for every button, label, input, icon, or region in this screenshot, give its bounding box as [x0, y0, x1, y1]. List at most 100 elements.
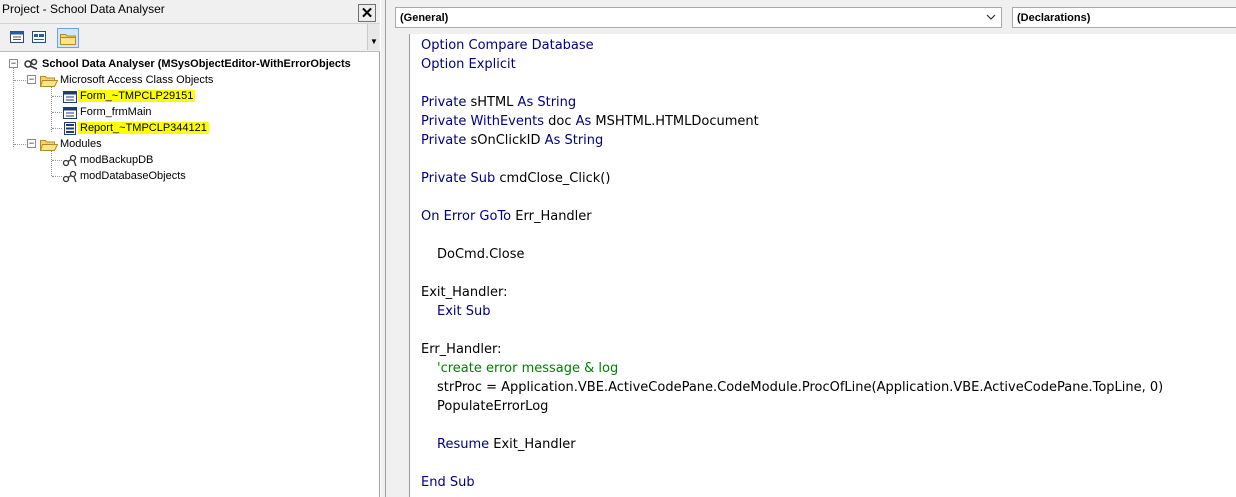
- view-code-icon: [32, 31, 46, 43]
- project-explorer-title: Project - School Data Analyser: [2, 2, 165, 16]
- collapse-root-toggle[interactable]: −: [9, 59, 18, 68]
- procedure-dropdown-value: (Declarations): [1017, 11, 1091, 24]
- code-window-header: (General) (Declarations): [386, 0, 1236, 34]
- code-text: Err_Handler: [511, 209, 592, 224]
- view-object-button[interactable]: [8, 29, 26, 45]
- code-line[interactable]: 'create error message & log: [421, 359, 618, 378]
- code-line[interactable]: Err_Handler:: [421, 340, 502, 359]
- code-line[interactable]: Private sHTML As String: [421, 93, 576, 112]
- code-line[interactable]: Option Compare Database: [421, 36, 594, 55]
- tree-folder-class-objects[interactable]: Microsoft Access Class Objects: [40, 72, 215, 88]
- view-code-button[interactable]: [30, 29, 48, 45]
- tree-connector: [52, 96, 62, 97]
- tree-item-label: Form_~TMPCLP29151: [78, 90, 196, 102]
- tree-item-modbackupdb[interactable]: modBackupDB: [62, 152, 155, 168]
- project-explorer-titlebar: Project - School Data Analyser ✕: [0, 0, 380, 24]
- tree-connector: [52, 112, 62, 113]
- tree-folder-label: Microsoft Access Class Objects: [60, 74, 214, 86]
- code-editor[interactable]: Option Compare Database Option Explicit Pr…: [411, 34, 1236, 497]
- code-line[interactable]: End Sub: [421, 473, 475, 492]
- code-keyword: Exit Sub: [437, 304, 491, 319]
- code-line[interactable]: On Error GoTo Err_Handler: [421, 207, 592, 226]
- code-text: Exit_Handler: [489, 437, 576, 452]
- code-line[interactable]: Private sOnClickID As String: [421, 131, 603, 150]
- code-text: doc: [544, 114, 576, 129]
- code-keyword: Private WithEvents: [421, 114, 544, 129]
- tree-item-moddatabaseobjects[interactable]: modDatabaseObjects: [62, 168, 188, 184]
- tree-connector: [14, 144, 26, 145]
- tree-root-label: School Data Analyser (MSysObjectEditor-W…: [42, 58, 351, 70]
- tree-connector: [14, 80, 26, 81]
- folder-open-icon: [40, 139, 58, 151]
- tree-connector: [52, 128, 62, 129]
- code-text: PopulateErrorLog: [437, 399, 549, 414]
- report-icon: [64, 121, 76, 135]
- toolbar-overflow-scroll[interactable]: ▼: [367, 24, 379, 50]
- code-comment: 'create error message & log: [437, 361, 619, 376]
- code-line[interactable]: Option Explicit: [421, 55, 516, 74]
- code-text: strProc = Application.VBE.ActiveCodePane…: [437, 380, 1164, 395]
- code-keyword: Private: [421, 95, 467, 110]
- tree-item-form-frmmain[interactable]: Form_frmMain: [62, 104, 154, 120]
- tree-connector: [13, 67, 14, 147]
- code-text: sHTML: [466, 95, 518, 110]
- tree-item-form-tmpclp29151[interactable]: Form_~TMPCLP29151: [62, 88, 196, 104]
- tree-item-label: modDatabaseObjects: [80, 170, 186, 182]
- code-line[interactable]: Exit_Handler:: [421, 283, 507, 302]
- collapse-modules-toggle[interactable]: −: [27, 139, 36, 148]
- tree-connector: [52, 160, 62, 161]
- code-text: Err_Handler:: [421, 342, 502, 357]
- procedure-dropdown[interactable]: (Declarations): [1012, 7, 1236, 28]
- code-margin-indicator-bar[interactable]: [386, 34, 410, 497]
- object-dropdown[interactable]: (General): [395, 7, 1002, 28]
- tree-folder-modules[interactable]: Modules: [40, 136, 104, 152]
- project-explorer-pane: Project - School Data Analyser ✕ ▼ − Sch…: [0, 0, 380, 497]
- code-line[interactable]: Resume Exit_Handler: [421, 435, 576, 454]
- code-line[interactable]: PopulateErrorLog: [421, 397, 548, 416]
- collapse-class-objects-toggle[interactable]: −: [27, 75, 36, 84]
- tree-item-label: Form_frmMain: [80, 106, 152, 118]
- code-keyword: As String: [517, 95, 577, 110]
- code-keyword: Private: [421, 133, 467, 148]
- module-icon: [62, 170, 77, 182]
- form-icon: [63, 106, 77, 119]
- tree-item-label: Report_~TMPCLP344121: [78, 122, 209, 134]
- code-line[interactable]: Private Sub cmdClose_Click(): [421, 169, 610, 188]
- code-keyword: As String: [544, 133, 604, 148]
- tree-item-report-tmpclp344121[interactable]: Report_~TMPCLP344121: [62, 120, 209, 136]
- tree-root-project[interactable]: School Data Analyser (MSysObjectEditor-W…: [22, 56, 353, 72]
- chevron-down-icon: ▼: [370, 37, 378, 46]
- code-line[interactable]: Private WithEvents doc As MSHTML.HTMLDoc…: [421, 112, 759, 131]
- code-text: Exit_Handler:: [421, 285, 508, 300]
- project-tree: − School Data Analyser (MSysObjectEditor…: [0, 54, 380, 497]
- code-line[interactable]: DoCmd.Close: [421, 245, 525, 264]
- code-keyword: Option Compare Database: [421, 38, 594, 53]
- code-keyword: End Sub: [421, 475, 475, 490]
- folder-icon: [60, 33, 76, 45]
- code-line[interactable]: strProc = Application.VBE.ActiveCodePane…: [421, 378, 1163, 397]
- close-icon[interactable]: ✕: [358, 4, 376, 22]
- tree-connector: [51, 85, 52, 132]
- vba-project-icon: [24, 58, 38, 70]
- chevron-down-icon: [986, 14, 996, 20]
- project-explorer-toolbar: ▼: [0, 24, 380, 52]
- toggle-folders-button[interactable]: [57, 28, 79, 48]
- code-keyword: Resume: [437, 437, 490, 452]
- tree-item-label: modBackupDB: [80, 154, 154, 166]
- object-dropdown-value: (General): [400, 11, 449, 24]
- code-text: cmdClose_Click(): [495, 171, 611, 186]
- code-text: sOnClickID: [466, 133, 545, 148]
- code-keyword: Private Sub: [421, 171, 496, 186]
- tree-connector: [51, 149, 52, 176]
- code-text: MSHTML.HTMLDocument: [591, 114, 759, 129]
- tree-folder-label: Modules: [60, 138, 102, 150]
- tree-connector: [52, 176, 62, 177]
- code-line[interactable]: Exit Sub: [421, 302, 491, 321]
- form-icon: [63, 90, 77, 103]
- code-window: (General) (Declarations) Option Compare …: [386, 0, 1236, 497]
- code-keyword: On Error GoTo: [421, 209, 512, 224]
- code-keyword: As: [575, 114, 592, 129]
- module-icon: [62, 154, 77, 166]
- folder-open-icon: [40, 75, 58, 87]
- code-text: DoCmd.Close: [437, 247, 525, 262]
